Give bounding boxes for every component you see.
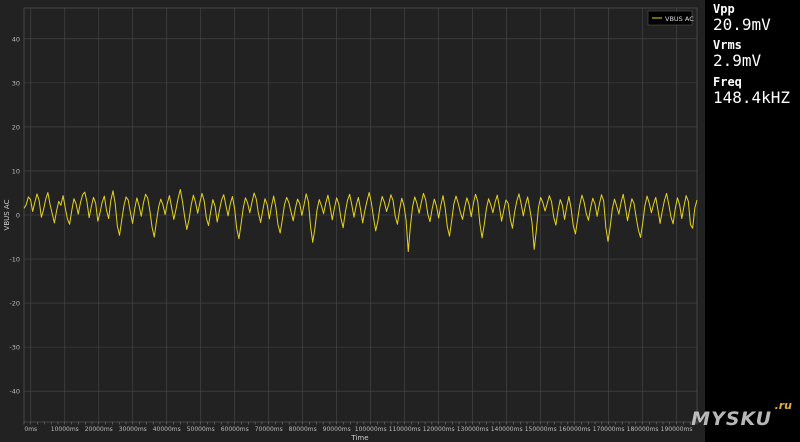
x-tick-label: 100000ms: [355, 426, 387, 433]
x-tick-label: 30000ms: [119, 426, 147, 433]
y-tick-label: -10: [9, 256, 20, 264]
y-axis-label: VBUS AC: [3, 199, 11, 230]
vpp-label: Vpp: [713, 2, 735, 16]
watermark: MYSKU: [691, 408, 772, 430]
freq-value: 148.4kHZ: [713, 88, 791, 107]
vpp-value: 20.9mV: [713, 15, 771, 34]
legend: VBUS AC: [647, 10, 694, 26]
voltage-chart: 40 30 20 10 0 -10 -20 -30 -40 0ms 10000ms 20000ms 3…: [3, 7, 698, 442]
chart-area: 40 30 20 10 0 -10 -20 -30 -40 0ms 10000ms 20000ms 3…: [0, 0, 705, 442]
x-tick-label: 130000ms: [457, 426, 489, 433]
y-tick-label: 10: [12, 167, 20, 175]
x-tick-label: 20000ms: [85, 426, 113, 433]
legend-entry: VBUS AC: [665, 15, 694, 23]
freq-label: Freq: [713, 75, 742, 89]
measurement-panel: Vpp 20.9mV Vrms 2.9mV Freq 148.4kHZ: [705, 0, 800, 442]
x-tick-label: 150000ms: [525, 426, 557, 433]
x-tick-label: 90000ms: [323, 426, 351, 433]
x-tick-label: 0ms: [24, 426, 37, 433]
x-tick-label: 40000ms: [153, 426, 181, 433]
series-line-vbus-ac: [23, 188, 698, 253]
x-tick-label: 140000ms: [491, 426, 523, 433]
x-tick-label: 10000ms: [51, 426, 79, 433]
x-tick-label: 180000ms: [627, 426, 659, 433]
x-axis-ticks: 0ms 10000ms 20000ms 30000ms 40000ms 50000ms 60…: [23, 422, 698, 433]
x-tick-label: 80000ms: [289, 426, 317, 433]
y-tick-label: 20: [12, 123, 20, 131]
watermark-suffix: .ru: [774, 399, 792, 412]
x-tick-label: 70000ms: [255, 426, 283, 433]
y-tick-label: 40: [12, 35, 20, 43]
x-axis-label: Time: [350, 434, 368, 442]
y-tick-label: 0: [16, 212, 20, 220]
vrms-label: Vrms: [713, 38, 742, 52]
x-tick-label: 60000ms: [221, 426, 249, 433]
x-tick-label: 160000ms: [559, 426, 591, 433]
vrms-value: 2.9mV: [713, 51, 762, 70]
x-tick-label: 110000ms: [389, 426, 421, 433]
x-tick-label: 190000ms: [661, 426, 693, 433]
y-tick-label: -20: [9, 300, 20, 308]
y-tick-label: -30: [9, 344, 20, 352]
y-tick-label: 30: [12, 79, 20, 87]
x-tick-label: 50000ms: [187, 426, 215, 433]
y-tick-label: -40: [9, 388, 20, 396]
x-tick-label: 120000ms: [423, 426, 455, 433]
grid: [23, 7, 698, 423]
series-layer: [23, 188, 698, 253]
x-tick-label: 170000ms: [593, 426, 625, 433]
